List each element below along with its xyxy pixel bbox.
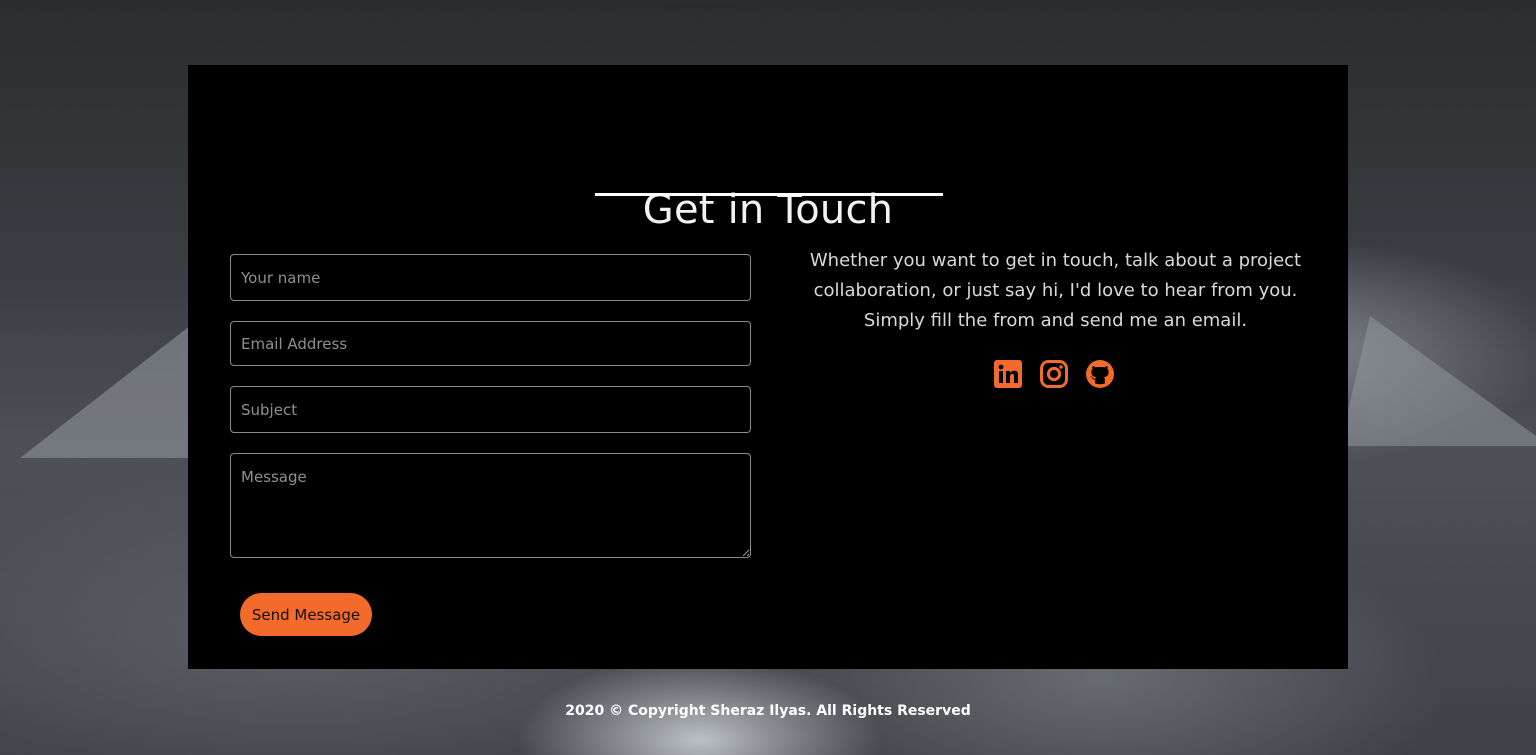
intro-line: Whether you want to get in touch, talk a…: [809, 250, 1302, 271]
social-links: [993, 359, 1115, 389]
contact-intro: Whether you want to get in touch, talk a…: [798, 246, 1313, 336]
instagram-icon[interactable]: [1039, 359, 1069, 389]
message-textarea[interactable]: [230, 453, 751, 558]
linkedin-icon[interactable]: [993, 359, 1023, 389]
intro-line: Simply fill the from and send me an emai…: [863, 310, 1248, 331]
name-input[interactable]: [230, 254, 751, 301]
footer-copyright: 2020 © Copyright Sheraz Ilyas. All Right…: [565, 703, 971, 719]
email-input[interactable]: [230, 321, 751, 366]
background-mountain-right: [1340, 316, 1536, 446]
github-icon[interactable]: [1085, 359, 1115, 389]
send-message-button[interactable]: Send Message: [240, 593, 372, 636]
title-underline: [595, 193, 943, 196]
subject-input[interactable]: [230, 386, 751, 433]
intro-line: collaboration, or just say hi, I'd love …: [813, 280, 1298, 301]
contact-card: Get in Touch Send Message Whether you wa…: [188, 65, 1348, 669]
